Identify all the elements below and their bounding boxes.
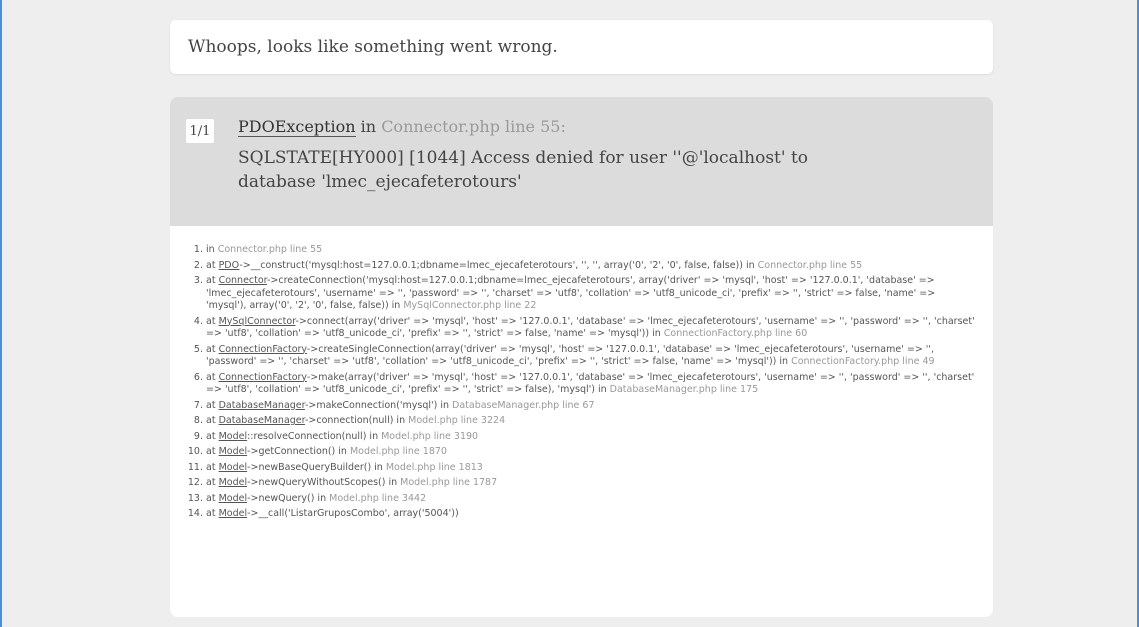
frame-class[interactable]: Connector: [219, 275, 267, 286]
frame-class[interactable]: Model: [219, 508, 248, 519]
frame-prefix: at: [206, 446, 219, 457]
exception-panel: 1/1 PDOException in Connector.php line 5…: [170, 97, 993, 617]
frame-class[interactable]: ConnectionFactory: [219, 372, 307, 383]
frame-prefix: at: [206, 415, 219, 426]
frame-prefix: at: [206, 275, 219, 286]
exception-header: 1/1 PDOException in Connector.php line 5…: [170, 97, 993, 226]
stack-trace-frame: at PDO->__construct('mysql:host=127.0.0.…: [206, 260, 975, 273]
stack-trace-frame: at ConnectionFactory->make(array('driver…: [206, 372, 975, 397]
stack-trace-frame: at Model->getConnection() in Model.php l…: [206, 446, 975, 459]
stack-trace-frame: in Connector.php line 55: [206, 244, 975, 257]
frame-call: ->makeConnection('mysql') in: [304, 399, 453, 411]
frame-prefix: at: [206, 259, 219, 271]
frame-call: ->make(array('driver' => 'mysql', 'host'…: [206, 371, 975, 396]
error-title: Whoops, looks like something went wrong.: [188, 37, 558, 57]
frame-prefix: at: [206, 371, 219, 383]
frame-class[interactable]: Model: [219, 431, 248, 442]
exception-counter: 1/1: [186, 119, 214, 143]
frame-prefix: at: [206, 430, 219, 442]
frame-location: Model.php line 1870: [349, 446, 447, 457]
frame-class[interactable]: DatabaseManager: [219, 400, 305, 411]
exception-in-label: in: [360, 117, 377, 136]
exception-title: PDOException in Connector.php line 55:: [238, 117, 977, 137]
stack-trace-frame: at DatabaseManager->makeConnection('mysq…: [206, 400, 975, 413]
stack-trace-frame: at Model->newQuery() in Model.php line 3…: [206, 493, 975, 506]
frame-prefix: at: [206, 399, 219, 411]
frame-class[interactable]: PDO: [219, 260, 240, 271]
stack-trace-list: in Connector.php line 55at PDO->__constr…: [188, 244, 975, 521]
frame-location: MySqlConnector.php line 22: [403, 300, 537, 311]
frame-prefix: at: [206, 492, 219, 504]
frame-class[interactable]: Model: [219, 493, 248, 504]
frame-location: Model.php line 1787: [400, 477, 498, 488]
frame-location: ConnectionFactory.php line 60: [663, 328, 808, 339]
frame-call: ::resolveConnection(null) in: [247, 430, 382, 442]
frame-location: Connector.php line 55: [217, 244, 323, 255]
frame-call: ->__call('ListarGruposCombo', array('500…: [247, 508, 459, 519]
exception-class[interactable]: PDOException: [238, 117, 356, 137]
stack-trace-frame: at ConnectionFactory->createSingleConnec…: [206, 344, 975, 369]
frame-location: Model.php line 3190: [381, 430, 479, 442]
frame-call: ->__construct('mysql:host=127.0.0.1;dbna…: [239, 259, 758, 271]
stack-trace: in Connector.php line 55at PDO->__constr…: [170, 226, 993, 521]
stack-trace-frame: at Model::resolveConnection(null) in Mod…: [206, 431, 975, 444]
frame-prefix: at: [206, 508, 219, 519]
frame-location: DatabaseManager.php line 175: [609, 384, 759, 395]
frame-class[interactable]: Model: [219, 446, 248, 457]
frame-class[interactable]: Model: [219, 462, 248, 473]
exception-message: SQLSTATE[HY000] [1044] Access denied for…: [238, 148, 809, 192]
stack-trace-frame: at Model->newBaseQueryBuilder() in Model…: [206, 462, 975, 475]
frame-class[interactable]: DatabaseManager: [219, 415, 305, 426]
stack-trace-frame: at Connector->createConnection('mysql:ho…: [206, 275, 975, 313]
frame-prefix: at: [206, 315, 219, 327]
frame-location: Model.php line 3442: [329, 492, 427, 504]
frame-call: ->newQuery() in: [247, 492, 330, 504]
exception-file-line: Connector.php line 55:: [381, 117, 566, 136]
error-title-panel: Whoops, looks like something went wrong.: [170, 20, 993, 74]
frame-location: DatabaseManager.php line 67: [452, 399, 595, 411]
stack-trace-frame: at Model->newQueryWithoutScopes() in Mod…: [206, 477, 975, 490]
frame-call: ->connect(array('driver' => 'mysql', 'ho…: [206, 315, 975, 340]
frame-class[interactable]: ConnectionFactory: [219, 344, 307, 355]
frame-location: Connector.php line 55: [757, 259, 863, 271]
frame-call: ->getConnection() in: [247, 446, 350, 457]
frame-class[interactable]: MySqlConnector: [219, 316, 296, 327]
stack-trace-frame: at MySqlConnector->connect(array('driver…: [206, 316, 975, 341]
stack-trace-frame: at DatabaseManager->connection(null) in …: [206, 415, 975, 428]
frame-prefix: at: [206, 343, 219, 355]
frame-prefix: at: [206, 461, 219, 473]
frame-class[interactable]: Model: [219, 477, 248, 488]
frame-location: Model.php line 3224: [408, 415, 506, 426]
frame-call: ->createConnection('mysql:host=127.0.0.1…: [206, 275, 936, 311]
frame-prefix: at: [206, 477, 219, 488]
error-page: Whoops, looks like something went wrong.…: [170, 20, 993, 617]
stack-trace-frame: at Model->__call('ListarGruposCombo', ar…: [206, 508, 975, 521]
frame-call: ->connection(null) in: [304, 415, 409, 426]
frame-location: Model.php line 1813: [385, 461, 483, 473]
frame-prefix: in: [206, 244, 218, 255]
frame-call: ->newBaseQueryBuilder() in: [247, 461, 386, 473]
window-border-left: [0, 0, 2, 627]
frame-location: ConnectionFactory.php line 49: [791, 356, 935, 367]
frame-call: ->newQueryWithoutScopes() in: [247, 477, 401, 488]
